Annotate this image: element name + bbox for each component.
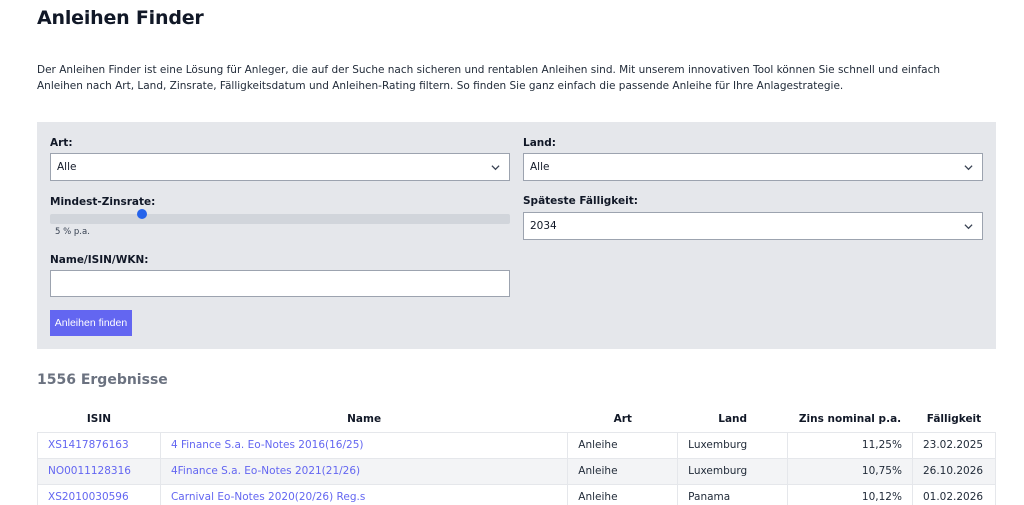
- results-table: ISIN Name Art Land Zins nominal p.a. Fäl…: [37, 406, 997, 505]
- cell-land: Luxemburg: [677, 431, 789, 459]
- cell-art: Anleihe: [567, 431, 679, 459]
- zins-slider-value: 5 % p.a.: [55, 227, 90, 237]
- results-count: 1556 Ergebnisse: [37, 372, 168, 388]
- cell-faelligkeit: 23.02.2025: [911, 431, 997, 459]
- column-header-name: Name: [160, 406, 568, 433]
- column-header-art: Art: [567, 406, 678, 433]
- name-isin-wkn-input[interactable]: [50, 270, 510, 297]
- table-row: XS2010030596 Carnival Eo-Notes 2020(20/2…: [37, 483, 997, 505]
- zins-label: Mindest-Zinsrate:: [50, 196, 156, 208]
- name-link[interactable]: 4 Finance S.a. Eo-Notes 2016(16/25): [159, 431, 569, 459]
- cell-art: Anleihe: [567, 457, 679, 485]
- art-select-value: Alle: [57, 161, 77, 173]
- cell-faelligkeit: 01.02.2026: [911, 483, 997, 505]
- column-header-land: Land: [677, 406, 788, 433]
- isin-link[interactable]: NO0011128316: [37, 457, 161, 485]
- page-title: Anleihen Finder: [37, 7, 204, 29]
- name-link[interactable]: Carnival Eo-Notes 2020(20/26) Reg.s: [159, 483, 569, 505]
- column-header-isin: ISIN: [37, 406, 161, 433]
- cell-land: Panama: [677, 483, 789, 505]
- faelligkeit-select[interactable]: 2034: [523, 212, 983, 240]
- table-row: XS1417876163 4 Finance S.a. Eo-Notes 201…: [37, 431, 997, 459]
- cell-land: Luxemburg: [677, 457, 789, 485]
- faelligkeit-label: Späteste Fälligkeit:: [523, 195, 638, 207]
- name-label: Name/ISIN/WKN:: [50, 254, 149, 266]
- filter-panel: Art: Alle Land: Alle Mindest-Zinsrate: 5…: [37, 122, 996, 349]
- land-select-value: Alle: [530, 161, 550, 173]
- cell-zins: 10,12%: [787, 483, 913, 505]
- table-header-row: ISIN Name Art Land Zins nominal p.a. Fäl…: [37, 406, 996, 433]
- land-label: Land:: [523, 137, 556, 149]
- cell-art: Anleihe: [567, 483, 679, 505]
- art-label: Art:: [50, 137, 73, 149]
- intro-text: Der Anleihen Finder ist eine Lösung für …: [37, 64, 941, 92]
- faelligkeit-select-value: 2034: [530, 220, 557, 232]
- isin-link[interactable]: XS1417876163: [37, 431, 161, 459]
- name-link[interactable]: 4Finance S.a. Eo-Notes 2021(21/26): [159, 457, 569, 485]
- cell-faelligkeit: 26.10.2026: [911, 457, 997, 485]
- isin-link[interactable]: XS2010030596: [37, 483, 161, 505]
- chevron-down-icon: [964, 165, 973, 171]
- land-select[interactable]: Alle: [523, 153, 983, 181]
- zins-slider-track[interactable]: [50, 214, 510, 224]
- table-row: NO0011128316 4Finance S.a. Eo-Notes 2021…: [37, 457, 997, 485]
- column-header-zins: Zins nominal p.a.: [787, 406, 913, 433]
- column-header-faelligkeit: Fälligkeit: [912, 406, 996, 433]
- chevron-down-icon: [964, 224, 973, 230]
- cell-zins: 11,25%: [787, 431, 913, 459]
- chevron-down-icon: [491, 165, 500, 171]
- zins-slider-thumb[interactable]: [137, 209, 147, 219]
- anleihen-finden-button[interactable]: Anleihen finden: [50, 310, 132, 336]
- art-select[interactable]: Alle: [50, 153, 510, 181]
- cell-zins: 10,75%: [787, 457, 913, 485]
